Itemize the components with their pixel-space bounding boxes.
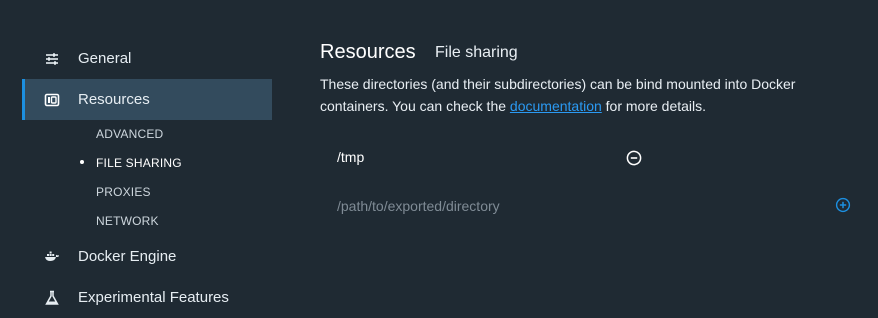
sidebar-item-label: Resources <box>78 91 150 108</box>
sidebar-item-resources[interactable]: Resources <box>22 79 272 120</box>
resources-icon <box>44 92 60 108</box>
sidebar-item-label: Experimental Features <box>78 289 229 306</box>
sidebar-item-docker-engine[interactable]: Docker Engine <box>22 236 272 277</box>
active-bullet <box>80 160 84 164</box>
description-text-end: for more details. <box>601 98 707 114</box>
file-sharing-panel: Resources File sharing These directories… <box>320 0 860 306</box>
sidebar-item-label: Docker Engine <box>78 248 177 265</box>
sidebar-item-general[interactable]: General <box>22 38 272 79</box>
plus-circle-icon <box>835 197 851 213</box>
subnav-advanced[interactable]: ADVANCED <box>96 127 163 141</box>
page-subtitle: File sharing <box>435 44 518 61</box>
remove-path-button[interactable] <box>626 150 642 166</box>
shared-path: /tmp <box>337 149 365 165</box>
add-path-button[interactable] <box>835 197 851 213</box>
documentation-link[interactable]: documentation <box>510 98 602 114</box>
page-title: Resources <box>320 41 416 63</box>
description: These directories (and their subdirector… <box>320 73 850 117</box>
sidebar-item-label: General <box>78 50 132 67</box>
flask-icon <box>44 290 60 306</box>
minus-circle-icon <box>626 150 642 166</box>
settings-sidebar: General Resources ADVANCED FILE SHARING … <box>0 0 272 306</box>
subnav-proxies[interactable]: PROXIES <box>96 185 151 199</box>
subnav-network[interactable]: NETWORK <box>96 214 159 228</box>
sliders-icon <box>44 51 60 67</box>
sidebar-item-experimental-features[interactable]: Experimental Features <box>22 277 272 318</box>
new-path-input[interactable] <box>337 196 807 216</box>
whale-icon <box>44 249 60 265</box>
subnav-file-sharing[interactable]: FILE SHARING <box>96 156 182 170</box>
